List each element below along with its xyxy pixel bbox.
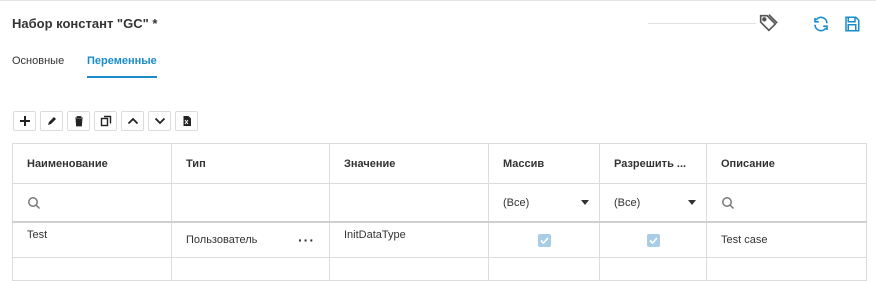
trash-icon [74, 116, 83, 127]
col-header-description[interactable]: Описание [706, 143, 867, 184]
edit-button[interactable] [40, 111, 63, 131]
search-icon [722, 196, 735, 209]
cell-value: InitDataType [344, 229, 406, 241]
checkmark-icon [539, 236, 549, 244]
filter-value[interactable] [329, 183, 489, 223]
checkmark-icon [648, 236, 658, 244]
col-header-type[interactable]: Тип [171, 143, 330, 184]
cell-description: Test case [721, 234, 768, 246]
active-tab-indicator [87, 76, 157, 78]
more-options-icon[interactable]: ··· [298, 232, 315, 248]
filter-array[interactable]: (Все) [488, 183, 600, 223]
filter-row: (Все) (Все) [12, 183, 867, 223]
table-row[interactable]: Test Пользователь ··· InitDataType Test … [12, 221, 867, 258]
delete-button[interactable] [67, 111, 90, 131]
col-header-allow[interactable]: Разрешить ... [599, 143, 707, 184]
chevron-down-icon [154, 117, 165, 125]
filter-description[interactable] [706, 183, 867, 223]
copy-button[interactable] [94, 111, 117, 131]
export-button[interactable] [175, 111, 198, 131]
toolbar [13, 111, 198, 133]
col-header-array[interactable]: Массив [488, 143, 600, 184]
copy-icon [100, 115, 111, 127]
cell-name: Test [27, 229, 48, 241]
chevron-up-icon [127, 117, 138, 125]
filter-name[interactable] [12, 183, 172, 223]
dropdown-arrow-icon[interactable] [688, 200, 696, 205]
header-divider [648, 23, 756, 24]
filter-allow[interactable]: (Все) [599, 183, 707, 223]
col-header-name[interactable]: Наименование [12, 143, 172, 184]
top-border [0, 0, 876, 1]
excel-file-icon [183, 116, 191, 126]
col-header-value[interactable]: Значение [329, 143, 489, 184]
filter-type[interactable] [171, 183, 330, 223]
search-icon [28, 196, 41, 209]
save-icon[interactable] [843, 15, 861, 33]
plus-icon [19, 116, 30, 126]
array-checkbox[interactable] [537, 233, 551, 247]
cell-type: Пользователь [186, 234, 258, 246]
add-button[interactable] [13, 111, 36, 131]
pencil-icon [47, 117, 56, 125]
tab-basic[interactable]: Основные [12, 55, 64, 67]
move-down-button[interactable] [148, 111, 171, 131]
filter-allow-value: (Все) [614, 196, 641, 209]
dropdown-arrow-icon[interactable] [581, 200, 589, 205]
allow-checkbox[interactable] [646, 233, 660, 247]
empty-row [12, 257, 867, 281]
filter-array-value: (Все) [503, 196, 530, 209]
refresh-icon[interactable] [812, 15, 830, 33]
tags-icon[interactable] [757, 12, 779, 34]
tab-variables[interactable]: Переменные [87, 55, 157, 67]
header-row: Наименование Тип Значение Массив Разреши… [12, 143, 867, 184]
variables-table: Наименование Тип Значение Массив Разреши… [12, 143, 867, 281]
move-up-button[interactable] [121, 111, 144, 131]
page-title: Набор констант "GC" * [12, 16, 158, 31]
